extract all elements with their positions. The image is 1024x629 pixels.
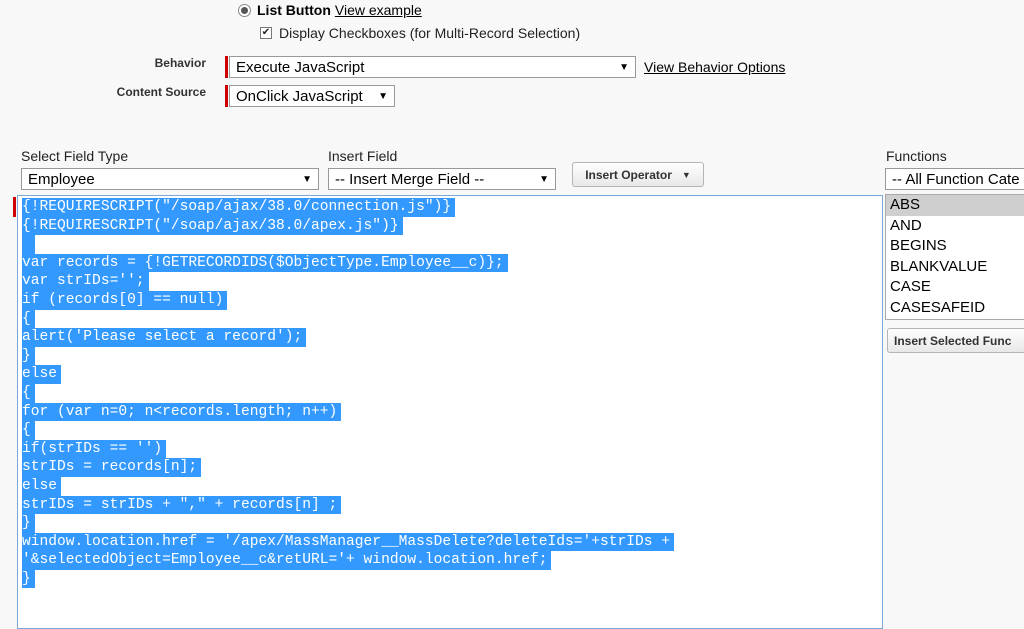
- insert-field-value: -- Insert Merge Field --: [335, 170, 485, 188]
- function-item[interactable]: BEGINS: [886, 236, 1024, 257]
- code-content: {!REQUIRESCRIPT("/soap/ajax/38.0/connect…: [22, 198, 675, 589]
- function-item[interactable]: ABS: [886, 195, 1024, 216]
- code-line: {!REQUIRESCRIPT("/soap/ajax/38.0/apex.js…: [22, 216, 403, 236]
- code-line: window.location.href = '/apex/MassManage…: [22, 532, 675, 552]
- view-example-link[interactable]: View example: [335, 2, 422, 18]
- required-indicator: [13, 197, 16, 217]
- code-line: else: [22, 365, 62, 384]
- checkbox-checked-icon[interactable]: ✔: [260, 27, 272, 39]
- code-line: {!REQUIRESCRIPT("/soap/ajax/38.0/connect…: [22, 198, 456, 217]
- code-line: for (var n=0; n<records.length; n++): [22, 402, 342, 422]
- behavior-select[interactable]: Execute JavaScript ▼: [229, 56, 636, 78]
- insert-operator-button[interactable]: Insert Operator ▼: [572, 162, 704, 187]
- function-item[interactable]: CASESAFEID: [886, 298, 1024, 319]
- code-line: {: [22, 309, 35, 329]
- code-line: strIDs = records[n];: [22, 458, 202, 477]
- chevron-down-icon: ▼: [539, 173, 549, 185]
- chevron-down-icon: ▼: [681, 169, 691, 180]
- behavior-value: Execute JavaScript: [236, 58, 365, 76]
- behavior-options-link[interactable]: View Behavior Options: [644, 59, 785, 75]
- required-indicator: [225, 85, 228, 107]
- list-button-option[interactable]: List Button View example: [238, 1, 422, 19]
- code-line: if (records[0] == null): [22, 290, 228, 310]
- function-item[interactable]: BLANKVALUE: [886, 257, 1024, 278]
- insert-field-label: Insert Field: [328, 148, 398, 164]
- functions-list[interactable]: ABS AND BEGINS BLANKVALUE CASE CASESAFEID: [885, 194, 1024, 320]
- code-line: {: [22, 383, 35, 403]
- chevron-down-icon: ▼: [378, 90, 388, 102]
- code-line: }: [22, 346, 35, 366]
- code-line: var records = {!GETRECORDIDS($ObjectType…: [22, 253, 508, 273]
- list-button-label: List Button: [257, 2, 331, 18]
- insert-field-select[interactable]: -- Insert Merge Field -- ▼: [328, 168, 556, 190]
- function-category-value: -- All Function Cate: [892, 170, 1020, 188]
- field-type-select[interactable]: Employee ▼: [21, 168, 319, 190]
- code-line: {: [22, 421, 35, 440]
- function-item[interactable]: CASE: [886, 277, 1024, 298]
- radio-selected-icon[interactable]: [238, 3, 251, 17]
- code-line: if(strIDs == ''): [22, 439, 167, 459]
- code-line: }: [22, 514, 35, 533]
- code-line: strIDs = strIDs + "," + records[n] ;: [22, 495, 342, 515]
- display-checkboxes-label: Display Checkboxes (for Multi-Record Sel…: [279, 25, 581, 41]
- code-line: '&selectedObject=Employee__c&retURL='+ w…: [22, 551, 552, 570]
- insert-selected-function-label: Insert Selected Func: [894, 333, 1012, 348]
- display-checkboxes-option[interactable]: ✔ Display Checkboxes (for Multi-Record S…: [260, 25, 580, 41]
- content-source-select[interactable]: OnClick JavaScript ▼: [229, 85, 395, 107]
- insert-selected-function-button[interactable]: Insert Selected Func: [887, 328, 1024, 353]
- required-indicator: [225, 56, 228, 78]
- chevron-down-icon: ▼: [302, 173, 312, 185]
- code-line: var strIDs='';: [22, 272, 149, 291]
- code-line: else: [22, 476, 62, 496]
- field-type-label: Select Field Type: [21, 148, 129, 164]
- chevron-down-icon: ▼: [619, 61, 629, 73]
- function-category-select[interactable]: -- All Function Cate: [885, 168, 1024, 190]
- insert-operator-label: Insert Operator: [585, 167, 672, 182]
- functions-label: Functions: [886, 148, 947, 164]
- formula-editor[interactable]: {!REQUIRESCRIPT("/soap/ajax/38.0/connect…: [17, 195, 883, 629]
- function-item[interactable]: AND: [886, 216, 1024, 237]
- content-source-label: Content Source: [116, 85, 206, 99]
- behavior-label: Behavior: [154, 56, 206, 70]
- code-line: [22, 235, 35, 254]
- code-line: alert('Please select a record');: [22, 328, 307, 347]
- code-line: }: [22, 569, 35, 589]
- content-source-value: OnClick JavaScript: [236, 87, 363, 105]
- field-type-value: Employee: [28, 170, 95, 188]
